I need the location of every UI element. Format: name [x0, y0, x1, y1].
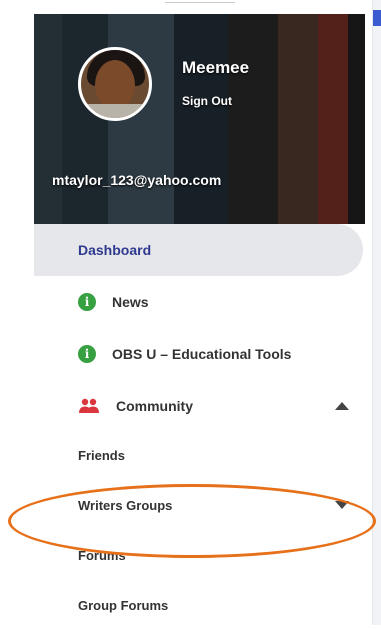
submenu-item-label: Forums — [78, 547, 126, 563]
sidebar-item-community[interactable]: Community — [34, 380, 365, 432]
sidebar-item-label: OBS U – Educational Tools — [112, 346, 292, 362]
chevron-down-icon[interactable] — [335, 501, 349, 509]
top-bar — [0, 0, 381, 14]
submenu-item-group-forums[interactable]: Group Forums — [34, 580, 365, 630]
submenu-item-label: Friends — [78, 447, 125, 463]
submenu-item-label: Writers Groups — [78, 497, 173, 513]
sidebar-menu: Dashboard News OBS U – Educational Tools… — [34, 224, 365, 432]
submenu-item-forums[interactable]: Forums — [34, 530, 365, 580]
submenu-item-label: Group Forums — [78, 597, 169, 613]
sidebar-item-label: Dashboard — [78, 242, 152, 258]
right-edge-accent — [373, 10, 381, 26]
people-icon — [78, 397, 100, 415]
submenu-item-friends[interactable]: Friends — [34, 430, 365, 480]
sidebar-item-label: Community — [116, 398, 193, 414]
profile-header: Meemee Sign Out mtaylor_123@yahoo.com — [34, 14, 365, 224]
sidebar-item-label: News — [112, 294, 149, 310]
sidebar-item-dashboard[interactable]: Dashboard — [34, 224, 363, 276]
avatar[interactable] — [78, 47, 152, 121]
community-submenu: Friends Writers Groups Forums Group Foru… — [34, 430, 365, 630]
info-icon — [78, 293, 96, 311]
right-edge-panel — [372, 0, 381, 625]
avatar-face — [95, 60, 135, 110]
profile-username: Meemee — [182, 58, 250, 77]
sidebar-item-obs-u[interactable]: OBS U – Educational Tools — [34, 328, 365, 380]
header-overlay — [34, 14, 365, 224]
top-divider — [165, 2, 235, 11]
people-icon-svg — [79, 398, 99, 413]
sign-out-link[interactable]: Sign Out — [182, 94, 232, 108]
sidebar-item-news[interactable]: News — [34, 276, 365, 328]
submenu-item-writers-groups[interactable]: Writers Groups — [34, 480, 365, 530]
info-icon — [78, 345, 96, 363]
profile-email: mtaylor_123@yahoo.com — [52, 172, 222, 188]
chevron-up-icon[interactable] — [335, 402, 349, 410]
